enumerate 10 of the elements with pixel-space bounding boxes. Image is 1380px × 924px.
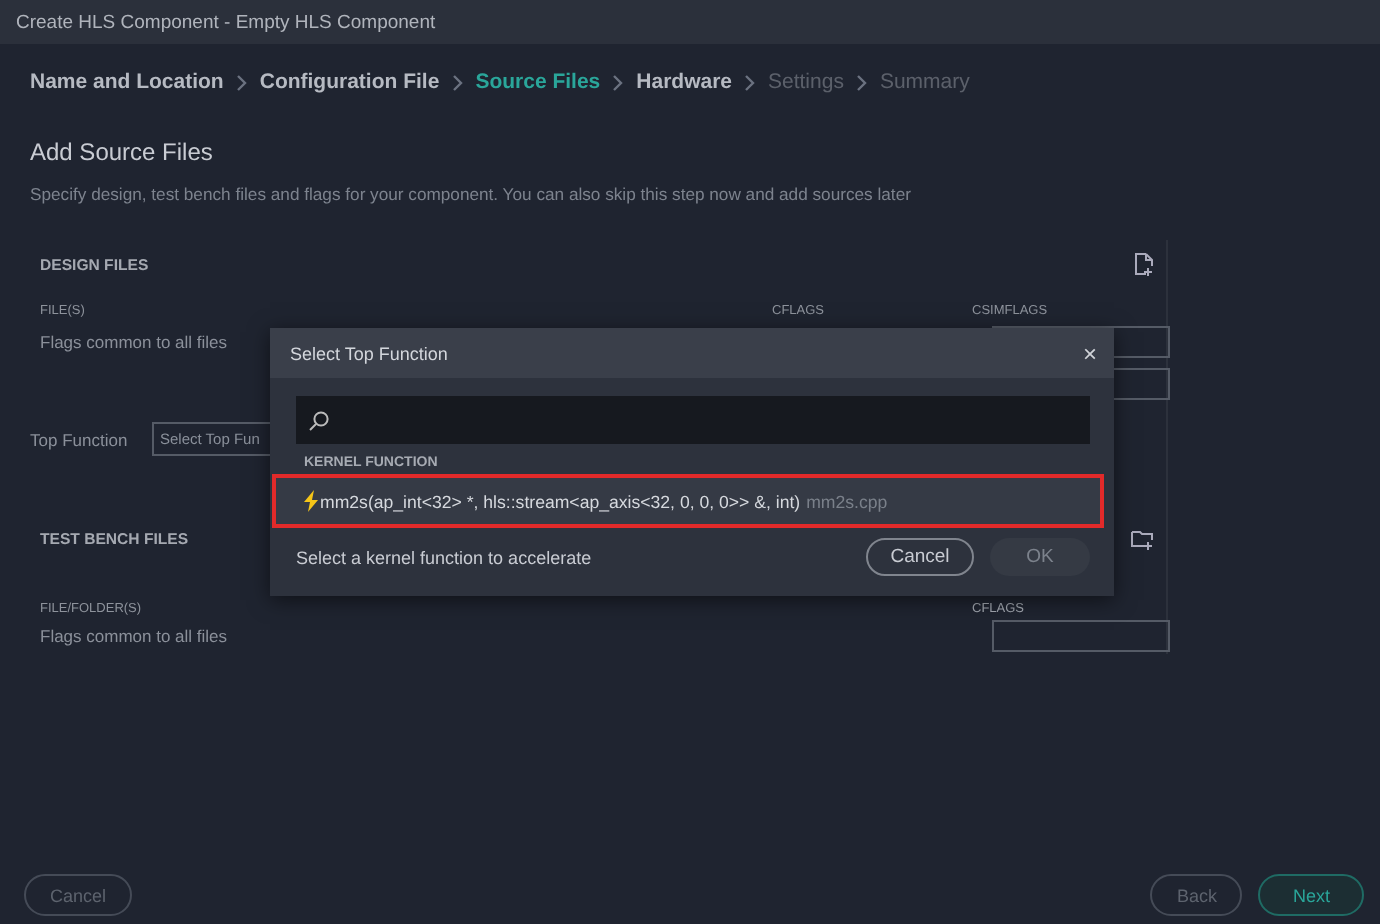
- file-name: mm2s.cpp: [806, 491, 888, 511]
- function-signature: mm2s(ap_int<32> *, hls::stream<ap_axis<32, 0, 0, 0>> &, int): [320, 491, 801, 511]
- dialog-title: Select Top Function: [290, 343, 448, 363]
- flags-label: Flags common to all files: [40, 625, 228, 645]
- page-heading: Add Source Files: [30, 138, 215, 166]
- flags-label: Flags common to all files: [40, 331, 228, 351]
- dialog-hint: Select a kernel function to accelerate: [296, 547, 592, 567]
- field-label: Top Function: [30, 429, 130, 449]
- window-title: Create HLS Component - Empty HLS Component: [16, 11, 436, 33]
- page-description: Specify design, test bench files and flags for your component. You can also skip this step now and add sources later: [30, 184, 913, 204]
